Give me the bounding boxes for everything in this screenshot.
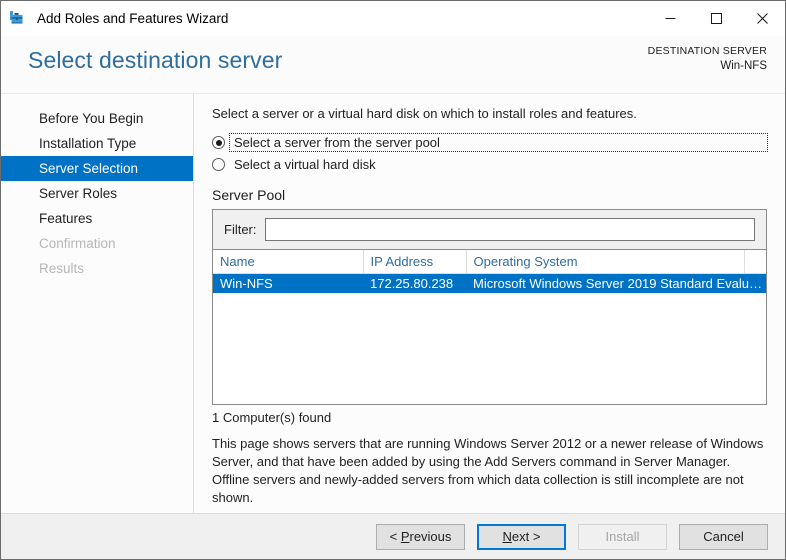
wizard-footer: < Previous Next > Install Cancel xyxy=(1,513,785,559)
table-row[interactable]: Win-NFS 172.25.80.238 Microsoft Windows … xyxy=(213,273,766,293)
next-button[interactable]: Next > xyxy=(477,523,566,550)
column-header-name[interactable]: Name xyxy=(213,250,364,274)
table-header-row: Name IP Address Operating System xyxy=(213,250,766,274)
destination-server-block: DESTINATION SERVER Win-NFS xyxy=(648,44,767,74)
cell-name: Win-NFS xyxy=(213,273,363,293)
maximize-icon xyxy=(710,13,722,24)
radio-server-pool-label: Select a server from the server pool xyxy=(234,135,440,150)
cancel-button[interactable]: Cancel xyxy=(679,523,768,550)
cell-operating-system: Microsoft Windows Server 2019 Standard E… xyxy=(466,273,766,293)
radio-server-pool-mark[interactable] xyxy=(212,136,225,149)
filter-label: Filter: xyxy=(224,222,257,237)
sidebar-item-confirmation: Confirmation xyxy=(39,236,116,251)
sidebar-item-server-selection[interactable]: Server Selection xyxy=(1,156,193,181)
intro-text: Select a server or a virtual hard disk o… xyxy=(212,106,637,121)
next-button-post: ext > xyxy=(511,528,541,544)
radio-row-server-pool[interactable]: Select a server from the server pool xyxy=(212,133,768,152)
radio-server-pool-focus-ring: Select a server from the server pool xyxy=(229,133,768,152)
window-controls xyxy=(647,1,785,36)
sidebar-item-installation-type[interactable]: Installation Type xyxy=(1,131,193,156)
previous-button[interactable]: < Previous xyxy=(376,523,465,550)
server-pool-table: Name IP Address Operating System Win-NFS… xyxy=(213,250,766,293)
maximize-button[interactable] xyxy=(693,1,739,36)
radio-virtual-hard-disk-label: Select a virtual hard disk xyxy=(234,157,376,172)
radio-virtual-hard-disk-mark[interactable] xyxy=(212,158,225,171)
filter-bar: Filter: xyxy=(213,210,766,250)
wizard-step-nav: Before You Begin Installation Type Serve… xyxy=(1,94,194,513)
cell-ip-address: 172.25.80.238 xyxy=(363,273,466,293)
sidebar-item-results: Results xyxy=(39,261,85,276)
wizard-body: Before You Begin Installation Type Serve… xyxy=(1,94,785,513)
add-roles-features-wizard-window: Add Roles and Features Wizard Select des… xyxy=(0,0,786,560)
next-button-accel: N xyxy=(502,528,512,544)
page-title: Select destination server xyxy=(28,47,283,73)
wizard-header: Select destination server DESTINATION SE… xyxy=(1,36,785,94)
install-button: Install xyxy=(578,523,667,550)
sidebar-item-before-you-begin[interactable]: Before You Begin xyxy=(1,106,193,131)
close-button[interactable] xyxy=(739,1,785,36)
computers-found-text: 1 Computer(s) found xyxy=(212,410,332,425)
server-table-wrap: Name IP Address Operating System Win-NFS… xyxy=(213,250,766,404)
column-header-operating-system[interactable]: Operating System xyxy=(466,250,745,274)
sidebar-item-server-roles[interactable]: Server Roles xyxy=(1,181,193,206)
column-header-ip-address[interactable]: IP Address xyxy=(363,250,467,274)
destination-server-value: Win-NFS xyxy=(720,60,767,72)
wizard-briefcase-icon xyxy=(10,10,23,24)
destination-server-label: DESTINATION SERVER xyxy=(647,45,767,57)
title-bar: Add Roles and Features Wizard xyxy=(1,1,785,36)
close-icon xyxy=(756,13,768,24)
server-pool-heading: Server Pool xyxy=(212,187,286,203)
sidebar-item-features[interactable]: Features xyxy=(1,206,193,231)
server-pool-panel: Filter: Name IP Address Operating System xyxy=(212,209,767,405)
radio-row-virtual-hard-disk[interactable]: Select a virtual hard disk xyxy=(212,155,767,174)
wizard-content: Select a server or a virtual hard disk o… xyxy=(194,94,785,513)
filter-input[interactable] xyxy=(264,218,755,241)
minimize-icon xyxy=(665,18,675,19)
server-pool-note: This page shows servers that are running… xyxy=(212,436,764,505)
radio-virtual-hard-disk-wrap: Select a virtual hard disk xyxy=(230,156,767,173)
window-title: Add Roles and Features Wizard xyxy=(37,11,229,26)
previous-button-pre: < xyxy=(389,528,401,544)
previous-button-post: revious xyxy=(409,528,452,544)
minimize-button[interactable] xyxy=(647,1,693,36)
column-header-spacer xyxy=(744,250,766,274)
